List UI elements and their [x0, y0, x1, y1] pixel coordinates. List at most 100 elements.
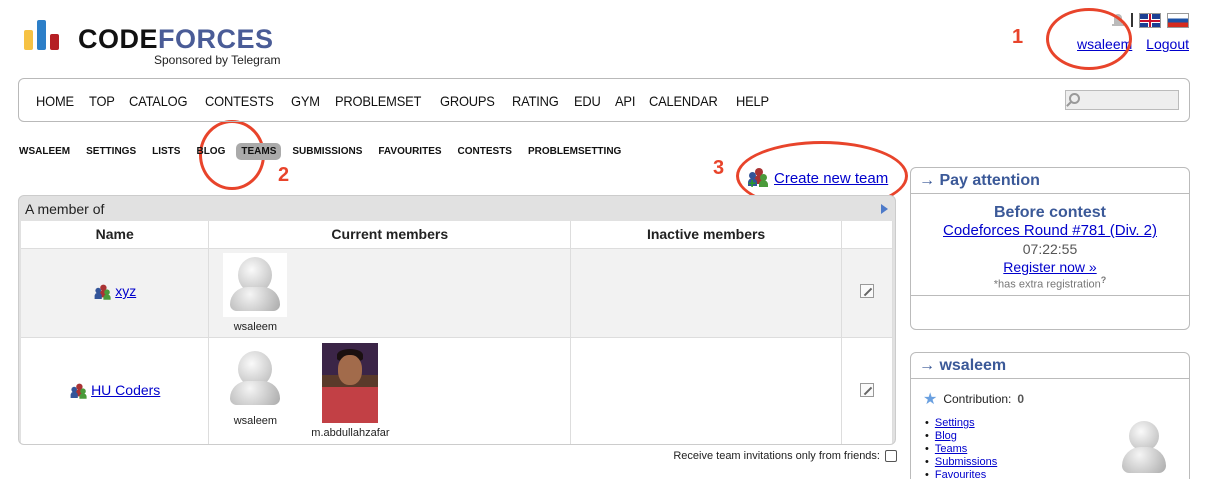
- avatar: [223, 252, 288, 317]
- menu-calendar[interactable]: CALENDAR: [649, 93, 718, 109]
- column-edit: [841, 221, 893, 249]
- table-row: HU Coders wsaleem m.abdullahzafar: [21, 337, 893, 444]
- column-name: Name: [21, 221, 210, 249]
- contest-link[interactable]: Codeforces Round #781 (Div. 2): [943, 222, 1157, 239]
- create-team: + Create new team: [748, 168, 888, 190]
- menu-catalog[interactable]: CATALOG: [129, 93, 188, 109]
- tab-lists[interactable]: LISTS: [152, 146, 180, 157]
- user-link-teams[interactable]: Teams: [935, 443, 967, 455]
- tab-favourites[interactable]: FAVOURITES: [378, 146, 441, 157]
- tab-teams[interactable]: TEAMS: [236, 143, 282, 160]
- edit-cell: [841, 337, 893, 444]
- menu-groups[interactable]: GROUPS: [440, 93, 495, 109]
- edit-icon[interactable]: [860, 284, 874, 298]
- contribution-label: Contribution:: [943, 392, 1012, 406]
- username-link[interactable]: wsaleem: [1077, 36, 1132, 52]
- sponsor-text: Sponsored by Telegram: [154, 53, 281, 67]
- member-card[interactable]: m.abdullahzafar: [311, 343, 390, 439]
- help-icon[interactable]: ?: [1101, 275, 1107, 285]
- pay-attention-box: → Pay attention Before contest Codeforce…: [910, 167, 1190, 330]
- team-name-cell: xyz: [21, 248, 210, 338]
- member-card[interactable]: wsaleem: [223, 252, 288, 333]
- team-icon: [94, 284, 111, 300]
- tab-settings[interactable]: SETTINGS: [86, 146, 136, 157]
- tab-contests[interactable]: CONTESTS: [458, 146, 512, 157]
- column-inactive-members: Inactive members: [570, 221, 842, 249]
- notification-bell-icon[interactable]: [1111, 12, 1125, 28]
- user-avatar-card[interactable]: wsaleem: [1119, 419, 1169, 479]
- menu-home[interactable]: HOME: [36, 93, 74, 109]
- english-flag-icon[interactable]: [1139, 12, 1161, 28]
- menu-api[interactable]: API: [615, 93, 635, 109]
- teams-table: Name Current members Inactive members xy…: [21, 221, 893, 444]
- team-link[interactable]: xyz: [115, 283, 136, 299]
- invite-label: Receive team invitations only from frien…: [673, 450, 880, 462]
- menu-rating[interactable]: RATING: [512, 93, 559, 109]
- tab-blog[interactable]: BLOG: [196, 146, 225, 157]
- user-link-favourites[interactable]: Favourites: [935, 469, 986, 479]
- annotation-number-2: 2: [278, 164, 290, 186]
- separator: [1131, 13, 1133, 27]
- pay-attention-title: → Pay attention: [911, 168, 1189, 194]
- tab-problemsetting[interactable]: PROBLEMSETTING: [528, 146, 621, 157]
- user-box: → wsaleem ★ Contribution: 0 Settings Blo…: [910, 352, 1190, 479]
- user-link-blog[interactable]: Blog: [935, 430, 957, 442]
- inactive-members-cell: [570, 248, 842, 338]
- before-contest-label: Before contest: [993, 204, 1107, 221]
- menu-top[interactable]: TOP: [89, 93, 115, 109]
- annotation-number-3: 3: [713, 157, 725, 179]
- inactive-members-cell: [570, 337, 842, 444]
- edit-icon[interactable]: [860, 382, 874, 397]
- countdown-timer: 07:22:55: [1022, 241, 1078, 257]
- invite-setting: Receive team invitations only from frien…: [673, 450, 897, 462]
- logout-link[interactable]: Logout: [1146, 36, 1189, 52]
- tab-submissions[interactable]: SUBMISSIONS: [292, 146, 362, 157]
- member-name: wsaleem: [233, 415, 278, 427]
- extra-registration-note: *has extra registration?: [993, 275, 1107, 291]
- divider: [911, 295, 1189, 296]
- member-name: m.abdullahzafar: [311, 427, 390, 439]
- menu-problemset[interactable]: PROBLEMSET: [335, 93, 421, 109]
- team-icon: [70, 383, 87, 399]
- main-menu: HOME TOP CATALOG CONTESTS GYM PROBLEMSET…: [18, 78, 1190, 122]
- menu-edu[interactable]: EDU: [574, 93, 601, 109]
- table-header: Name Current members Inactive members: [21, 221, 893, 249]
- member-of-box: A member of Name Current members Inactiv…: [18, 195, 896, 445]
- russian-flag-icon[interactable]: [1167, 12, 1189, 28]
- current-members-cell: wsaleem m.abdullahzafar: [208, 337, 572, 444]
- language-bar: [1111, 12, 1189, 28]
- column-current-members: Current members: [208, 221, 572, 249]
- user-link-submissions[interactable]: Submissions: [935, 456, 997, 468]
- menu-contests[interactable]: CONTESTS: [205, 93, 274, 109]
- register-link[interactable]: Register now »: [1003, 259, 1096, 275]
- avatar: [1119, 419, 1169, 479]
- contribution-value: 0: [1017, 392, 1025, 406]
- team-link[interactable]: HU Coders: [91, 382, 160, 398]
- tab-wsaleem[interactable]: WSALEEM: [19, 146, 70, 157]
- edit-cell: [841, 248, 893, 338]
- member-name: wsaleem: [233, 320, 278, 333]
- team-name-cell: HU Coders: [21, 337, 210, 444]
- create-team-link[interactable]: Create new team: [774, 170, 888, 187]
- menu-help[interactable]: HELP: [736, 93, 769, 109]
- search-input[interactable]: [1065, 90, 1179, 110]
- expand-arrow-icon[interactable]: [881, 204, 888, 214]
- logo-title: CODEFORCES: [78, 24, 274, 54]
- current-members-cell: wsaleem: [208, 248, 572, 338]
- box-caption: A member of: [25, 201, 105, 217]
- contribution: ★ Contribution: 0: [923, 389, 1177, 409]
- user-links: wsaleem Logout: [1067, 36, 1189, 52]
- avatar: [223, 347, 288, 411]
- annotation-number-1: 1: [1012, 26, 1024, 48]
- star-icon: ★: [923, 391, 938, 408]
- table-row: xyz wsaleem: [21, 248, 893, 338]
- invite-checkbox[interactable]: [885, 450, 897, 462]
- search-icon: [1069, 93, 1080, 104]
- member-photo: [322, 343, 379, 423]
- add-team-icon: +: [748, 168, 768, 190]
- menu-gym[interactable]: GYM: [291, 93, 320, 109]
- user-box-title: → wsaleem: [911, 353, 1189, 379]
- user-link-settings[interactable]: Settings: [935, 417, 975, 429]
- profile-menu: WSALEEM SETTINGS LISTS BLOG TEAMS SUBMIS…: [19, 143, 621, 160]
- member-card[interactable]: wsaleem: [223, 347, 288, 427]
